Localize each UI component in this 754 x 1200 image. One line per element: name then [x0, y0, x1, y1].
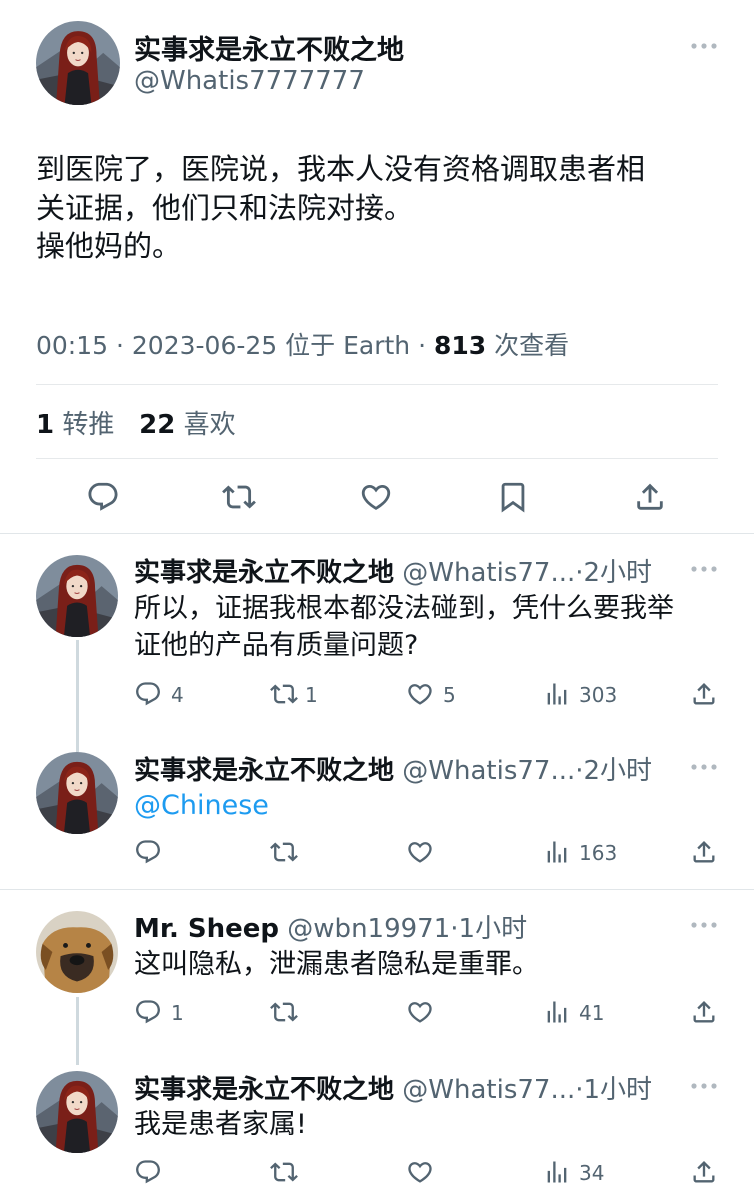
reply-icon[interactable] — [134, 998, 162, 1026]
views-label: 次查看 — [494, 331, 570, 360]
share-icon[interactable] — [690, 998, 718, 1026]
retweet-icon[interactable] — [270, 838, 298, 866]
view-count: 163 — [579, 841, 618, 865]
share-icon[interactable] — [690, 1158, 718, 1186]
bookmark-icon[interactable] — [496, 480, 530, 514]
more-icon[interactable] — [689, 1080, 719, 1092]
reply-author-name[interactable]: 实事求是永立不败之地 — [134, 558, 394, 588]
reply-author-name[interactable]: 实事求是永立不败之地 — [134, 756, 394, 786]
reply-text: 这叫隐私，泄漏患者隐私是重罪。 — [134, 949, 539, 980]
retweets-count[interactable]: 1 — [36, 410, 54, 440]
tweet-time[interactable]: 00:15 — [36, 331, 108, 360]
heart-icon[interactable] — [406, 998, 434, 1026]
view-count: 303 — [579, 683, 618, 707]
likes-label[interactable]: 喜欢 — [184, 410, 236, 440]
reply-time[interactable]: 1小时 — [459, 914, 528, 944]
heart-icon[interactable] — [406, 680, 434, 708]
divider — [36, 458, 718, 459]
avatar[interactable] — [36, 1071, 118, 1153]
views-count: 813 — [433, 331, 487, 360]
reply-text: 我是患者家属! — [134, 1109, 307, 1140]
view-count: 34 — [579, 1161, 605, 1185]
reply-count: 4 — [171, 683, 184, 707]
views-icon[interactable] — [543, 838, 571, 866]
heart-icon[interactable] — [359, 480, 393, 514]
reply-text: 所以，证据我根本都没法碰到，凭什么要我举 证他的产品有质量问题? — [134, 593, 674, 661]
reply-author-name[interactable]: 实事求是永立不败之地 — [134, 1075, 394, 1105]
tweet-meta: 00:15 · 2023-06-25 位于 Earth · 813 次查看 — [36, 331, 570, 360]
section-divider — [0, 889, 754, 890]
more-icon[interactable] — [689, 563, 719, 575]
section-divider — [0, 533, 754, 534]
avatar[interactable] — [36, 911, 118, 993]
tweet-stats: 1 转推 22 喜欢 — [36, 404, 236, 441]
like-count: 5 — [443, 683, 456, 707]
reply-header: Mr. Sheep @wbn19971·1小时 — [134, 914, 528, 944]
avatar[interactable] — [36, 752, 118, 834]
mention-link[interactable]: @Chinese — [134, 787, 714, 824]
retweet-icon[interactable] — [270, 1158, 298, 1186]
reply-header: 实事求是永立不败之地 @Whatis77...·2小时 — [134, 558, 653, 588]
retweets-label[interactable]: 转推 — [62, 410, 114, 440]
reply-author-handle[interactable]: @Whatis77... — [402, 1075, 575, 1105]
share-icon[interactable] — [690, 838, 718, 866]
heart-icon[interactable] — [406, 838, 434, 866]
views-icon[interactable] — [543, 680, 571, 708]
retweet-icon[interactable] — [270, 680, 298, 708]
reply-time[interactable]: 2小时 — [584, 558, 653, 588]
tweet-location: 位于 Earth — [285, 331, 411, 360]
reply-time[interactable]: 2小时 — [584, 756, 653, 786]
reply-count: 1 — [171, 1001, 184, 1025]
more-icon[interactable] — [689, 40, 719, 52]
tweet-date[interactable]: 2023-06-25 — [132, 331, 277, 360]
share-icon[interactable] — [633, 480, 667, 514]
reply-icon[interactable] — [134, 838, 162, 866]
reply-time[interactable]: 1小时 — [584, 1075, 653, 1105]
avatar[interactable] — [36, 21, 120, 105]
reply-header: 实事求是永立不败之地 @Whatis77...·1小时 — [134, 1075, 653, 1105]
retweet-count: 1 — [305, 683, 318, 707]
author-display-name[interactable]: 实事求是永立不败之地 — [134, 28, 404, 67]
likes-count[interactable]: 22 — [139, 410, 175, 440]
views-icon[interactable] — [543, 1158, 571, 1186]
thread-line — [76, 997, 79, 1065]
reply-author-handle[interactable]: @wbn19971 — [287, 914, 450, 944]
reply-icon[interactable] — [134, 680, 162, 708]
author-handle[interactable]: @Whatis7777777 — [134, 66, 365, 96]
divider — [36, 384, 718, 385]
avatar[interactable] — [36, 555, 118, 637]
view-count: 41 — [579, 1001, 605, 1025]
reply-author-name[interactable]: Mr. Sheep — [134, 914, 279, 944]
reply-author-handle[interactable]: @Whatis77... — [402, 558, 575, 588]
reply-icon[interactable] — [134, 1158, 162, 1186]
tweet-text: 到医院了，医院说，我本人没有资格调取患者相 关证据，他们只和法院对接。 操他妈的… — [36, 152, 646, 263]
reply-author-handle[interactable]: @Whatis77... — [402, 756, 575, 786]
more-icon[interactable] — [689, 761, 719, 773]
retweet-icon[interactable] — [222, 480, 256, 514]
retweet-icon[interactable] — [270, 998, 298, 1026]
thread-line — [76, 640, 79, 752]
more-icon[interactable] — [689, 919, 719, 931]
reply-header: 实事求是永立不败之地 @Whatis77...·2小时 — [134, 756, 653, 786]
share-icon[interactable] — [690, 680, 718, 708]
heart-icon[interactable] — [406, 1158, 434, 1186]
views-icon[interactable] — [543, 998, 571, 1026]
reply-icon[interactable] — [86, 480, 120, 514]
